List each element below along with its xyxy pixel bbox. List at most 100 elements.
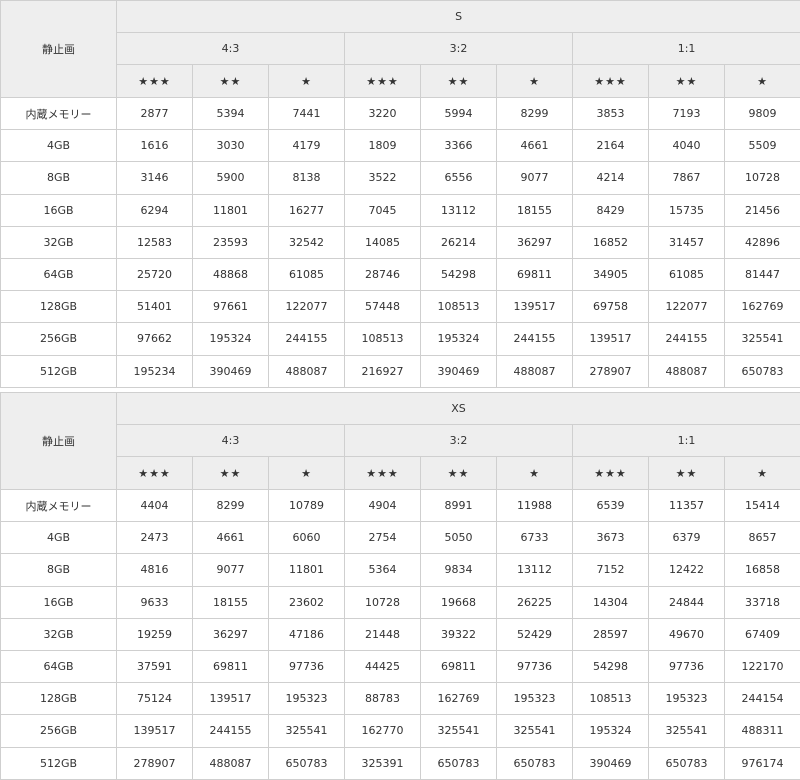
- image-count-cell: 69758: [572, 290, 649, 324]
- image-count-cell: 28746: [344, 257, 421, 292]
- image-count-cell: 2877: [116, 96, 193, 131]
- storage-label: 128GB: [0, 682, 117, 716]
- image-count-cell: 10789: [268, 488, 345, 523]
- image-count-cell: 139517: [572, 322, 649, 356]
- table-row: 256GB 139517 244155 325541 162770 325541 32554…: [0, 714, 800, 748]
- image-count-cell: 3030: [192, 129, 269, 163]
- image-count-cell: 4040: [648, 129, 725, 163]
- image-count-cell: 5394: [192, 96, 269, 131]
- image-count-cell: 244155: [192, 714, 269, 748]
- corner-label: 静止画: [0, 0, 117, 98]
- image-count-cell: 26225: [496, 585, 573, 619]
- image-count-cell: 162769: [723, 290, 800, 324]
- aspect-ratio-header: 1:1: [571, 32, 800, 65]
- storage-label: 32GB: [0, 225, 117, 259]
- quality-star-icon: ★: [268, 64, 345, 98]
- storage-label: 128GB: [0, 290, 117, 324]
- image-count-cell: 47186: [268, 617, 345, 651]
- image-count-cell: 325541: [268, 714, 345, 748]
- image-count-cell: 1616: [116, 129, 193, 163]
- image-count-cell: 13112: [420, 193, 497, 227]
- image-count-cell: 57448: [344, 290, 421, 324]
- aspect-ratio-header: 4:3: [116, 424, 345, 457]
- image-count-cell: 4404: [116, 488, 193, 523]
- image-count-cell: 69811: [420, 649, 497, 684]
- image-count-cell: 9809: [723, 96, 800, 131]
- image-count-cell: 6556: [420, 161, 497, 195]
- image-count-cell: 32542: [268, 225, 345, 259]
- image-count-cell: 650783: [268, 746, 345, 780]
- image-count-cell: 5050: [420, 521, 497, 555]
- image-count-cell: 650783: [420, 746, 497, 780]
- image-count-cell: 8991: [420, 488, 497, 523]
- image-count-cell: 97736: [268, 649, 345, 684]
- quality-star-icon: ★★★: [344, 64, 421, 98]
- table-row: 内蔵メモリー 4404 8299 10789 4904 8991 11988 6539 1135…: [0, 488, 800, 523]
- image-count-cell: 488087: [268, 354, 345, 388]
- image-count-cell: 6379: [648, 521, 725, 555]
- image-count-cell: 16277: [268, 193, 345, 227]
- image-count-cell: 54298: [572, 649, 649, 684]
- image-count-cell: 6294: [116, 193, 193, 227]
- image-count-cell: 195323: [268, 682, 345, 716]
- table-row: 16GB 9633 18155 23602 10728 19668 26225 14304 24…: [0, 585, 800, 619]
- image-count-cell: 8299: [496, 96, 573, 131]
- image-count-cell: 1809: [344, 129, 421, 163]
- image-count-cell: 650783: [648, 746, 725, 780]
- table-row: 512GB 278907 488087 650783 325391 650783 65078…: [0, 746, 800, 780]
- image-count-cell: 19668: [420, 585, 497, 619]
- aspect-ratio-header: 1:1: [571, 424, 800, 457]
- aspect-ratio-header: 4:3: [116, 32, 345, 65]
- image-count-cell: 6060: [268, 521, 345, 555]
- image-count-cell: 12583: [116, 225, 193, 259]
- image-count-cell: 488087: [192, 746, 269, 780]
- image-count-cell: 23593: [192, 225, 269, 259]
- quality-star-icon: ★★★: [116, 64, 193, 98]
- image-count-cell: 11801: [268, 553, 345, 587]
- image-count-cell: 7045: [344, 193, 421, 227]
- image-count-cell: 195324: [572, 714, 649, 748]
- table-row: 128GB 75124 139517 195323 88783 162769 195323 1…: [0, 682, 800, 716]
- image-count-cell: 18155: [192, 585, 269, 619]
- image-count-cell: 23602: [268, 585, 345, 619]
- image-count-cell: 39322: [420, 617, 497, 651]
- image-count-cell: 4816: [116, 553, 193, 587]
- image-count-cell: 16858: [723, 553, 800, 587]
- image-count-cell: 7152: [572, 553, 649, 587]
- table-row: 64GB 25720 48868 61085 28746 54298 69811 34905 6…: [0, 257, 800, 292]
- image-count-cell: 278907: [116, 746, 193, 780]
- table-row: 4GB 1616 3030 4179 1809 3366 4661 2164 4040 5509: [0, 129, 800, 163]
- image-count-cell: 34905: [572, 257, 649, 292]
- image-count-cell: 108513: [344, 322, 421, 356]
- image-count-cell: 12422: [648, 553, 725, 587]
- image-count-cell: 61085: [648, 257, 725, 292]
- image-count-cell: 3146: [116, 161, 193, 195]
- image-count-cell: 108513: [420, 290, 497, 324]
- image-count-cell: 390469: [572, 746, 649, 780]
- image-count-cell: 97661: [192, 290, 269, 324]
- image-count-cell: 122077: [268, 290, 345, 324]
- image-count-cell: 2473: [116, 521, 193, 555]
- image-count-cell: 5509: [723, 129, 800, 163]
- image-count-cell: 488087: [496, 354, 573, 388]
- quality-star-icon: ★★: [192, 456, 269, 490]
- image-count-cell: 195324: [192, 322, 269, 356]
- image-count-cell: 9633: [116, 585, 193, 619]
- table-row: 512GB 195234 390469 488087 216927 390469 48808…: [0, 354, 800, 388]
- table-row: 128GB 51401 97661 122077 57448 108513 139517 69…: [0, 290, 800, 324]
- quality-star-icon: ★★★: [116, 456, 193, 490]
- image-count-cell: 2164: [572, 129, 649, 163]
- image-count-cell: 13112: [496, 553, 573, 587]
- quality-star-icon: ★: [723, 456, 800, 490]
- storage-label: 4GB: [0, 129, 117, 163]
- image-count-cell: 195323: [496, 682, 573, 716]
- image-count-cell: 3673: [572, 521, 649, 555]
- quality-star-icon: ★★★: [572, 64, 649, 98]
- table-row: 32GB 12583 23593 32542 14085 26214 36297 16852 3…: [0, 225, 800, 259]
- image-count-cell: 4904: [344, 488, 421, 523]
- storage-label: 内蔵メモリー: [0, 488, 117, 523]
- aspect-ratio-header: 3:2: [344, 32, 573, 65]
- image-count-cell: 325391: [344, 746, 421, 780]
- quality-star-icon: ★: [268, 456, 345, 490]
- image-count-cell: 8657: [723, 521, 800, 555]
